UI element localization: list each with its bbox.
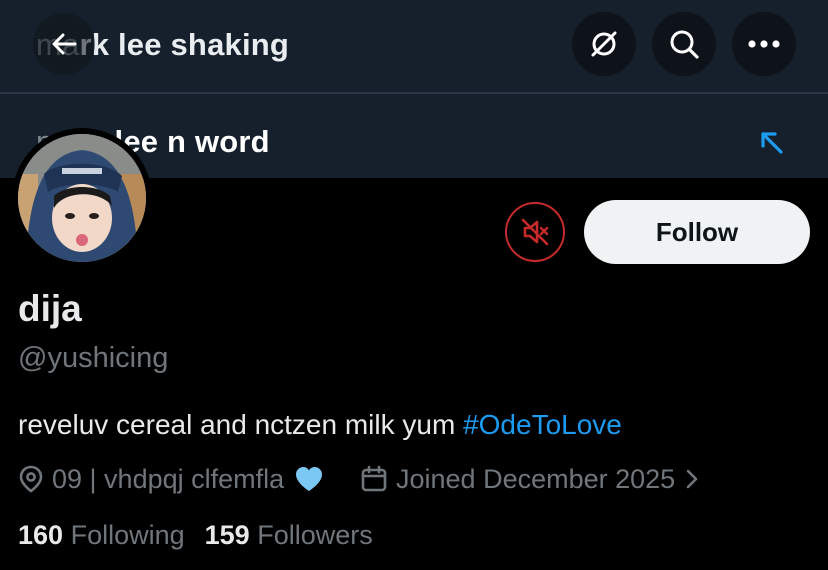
search-icon	[670, 30, 699, 59]
joined-text: Joined December 2025	[396, 463, 676, 494]
display-name: dija	[18, 288, 82, 329]
back-button[interactable]	[33, 13, 95, 75]
more-button[interactable]	[732, 12, 796, 76]
following-link[interactable]: 160 Following	[18, 520, 185, 550]
muted-button[interactable]	[505, 202, 565, 262]
more-icon	[748, 40, 780, 48]
arrow-left-icon	[52, 33, 77, 55]
username-handle: @yushicing	[18, 342, 169, 374]
no-sign-icon	[591, 31, 617, 57]
joined-info[interactable]: Joined December 2025	[360, 462, 707, 496]
light-blue-heart-icon	[296, 467, 323, 491]
search-button[interactable]	[652, 12, 716, 76]
banner-arrow-icon	[761, 132, 783, 154]
chevron-right-icon	[686, 469, 698, 489]
calendar-icon	[361, 465, 387, 492]
bio-hashtag-link[interactable]: #OdeToLove	[463, 409, 622, 440]
follow-button[interactable]: Follow	[584, 200, 810, 264]
avatar[interactable]	[12, 128, 152, 268]
muted-speaker-icon	[521, 218, 549, 246]
hide-button[interactable]	[572, 12, 636, 76]
location-text: 09 | vhdpqj clfemfla	[52, 463, 285, 494]
location-pin-icon	[19, 465, 43, 493]
profile-bio: reveluv cereal and nctzen milk yum #OdeT…	[18, 409, 622, 441]
followers-link[interactable]: 159 Followers	[205, 520, 373, 550]
bio-text: reveluv cereal and nctzen milk yum	[18, 409, 464, 440]
location-info: 09 | vhdpqj clfemfla	[18, 462, 332, 496]
avatar-photo	[18, 134, 146, 262]
follow-stats: 160 Following 159 Followers	[18, 520, 373, 551]
